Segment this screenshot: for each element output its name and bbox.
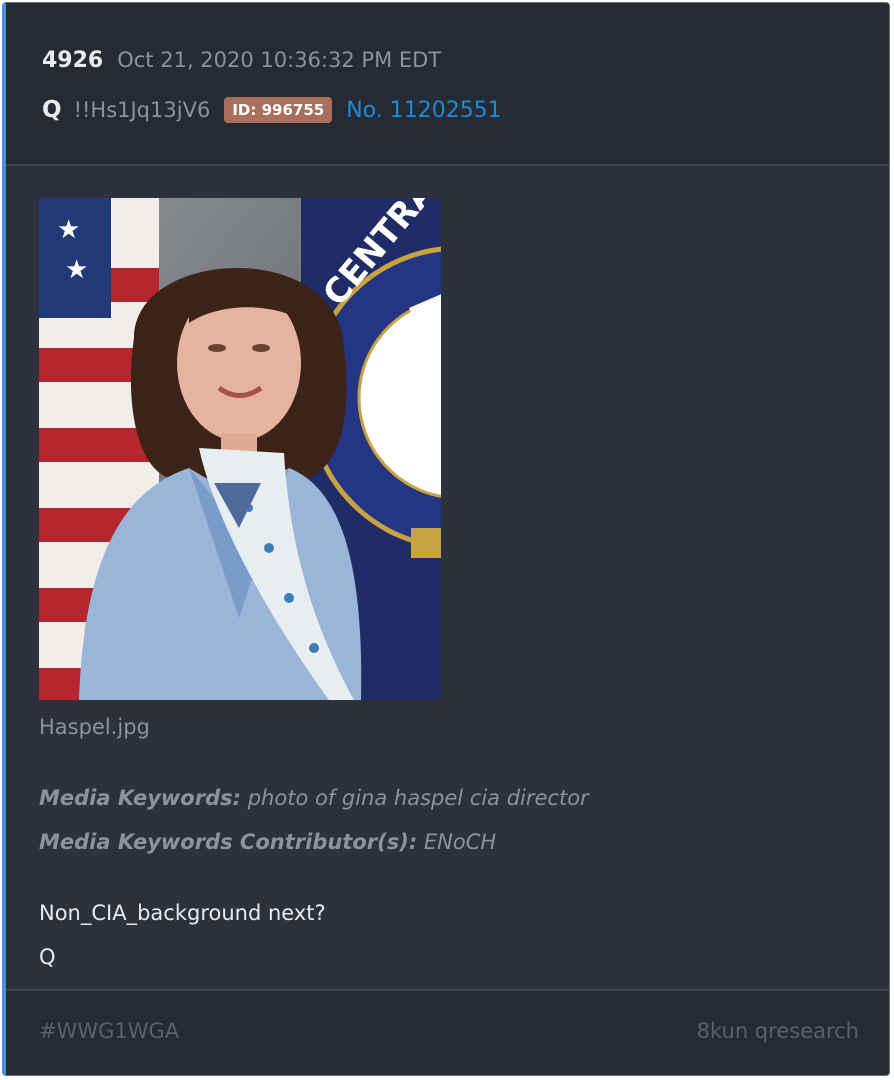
message-line-2: Q <box>39 945 56 969</box>
post-number: 4926 <box>42 48 104 73</box>
media-contributors: Media Keywords Contributor(s): ENoCH <box>39 830 496 854</box>
post-header: 4926 Oct 21, 2020 10:36:32 PM EDT Q !!Hs… <box>6 3 889 166</box>
author-name: Q <box>42 97 62 123</box>
post-meta-row: 4926 Oct 21, 2020 10:36:32 PM EDT <box>42 48 441 73</box>
media-contributors-value: ENoCH <box>423 830 497 854</box>
image-filename[interactable]: Haspel.jpg <box>39 715 150 739</box>
post-card: 4926 Oct 21, 2020 10:36:32 PM EDT Q !!Hs… <box>2 2 890 1076</box>
post-timestamp: Oct 21, 2020 10:36:32 PM EDT <box>117 48 442 72</box>
media-keywords: Media Keywords: photo of gina haspel cia… <box>39 786 589 810</box>
message-line-1: Non_CIA_background next? <box>39 901 326 925</box>
post-footer: #WWG1WGA 8kun qresearch <box>6 989 889 1075</box>
hashtag[interactable]: #WWG1WGA <box>39 1019 179 1043</box>
media-keywords-value: photo of gina haspel cia director <box>247 786 589 810</box>
post-author-row: Q !!Hs1Jq13jV6 ID: 996755 No. 11202551 <box>42 94 502 126</box>
media-contributors-label: Media Keywords Contributor(s): <box>39 830 418 854</box>
svg-text:★: ★ <box>57 215 80 245</box>
id-badge: ID: 996755 <box>224 97 333 123</box>
tripcode: !!Hs1Jq13jV6 <box>73 98 211 122</box>
post-image[interactable]: ★ ★ CENTRAL INTELLIGENCE <box>39 198 441 700</box>
portrait-photo: ★ ★ CENTRAL INTELLIGENCE <box>39 198 441 700</box>
source-label: 8kun qresearch <box>696 1019 859 1043</box>
media-keywords-label: Media Keywords: <box>39 786 242 810</box>
post-number-link[interactable]: No. 11202551 <box>346 98 502 123</box>
svg-text:★: ★ <box>65 255 88 285</box>
